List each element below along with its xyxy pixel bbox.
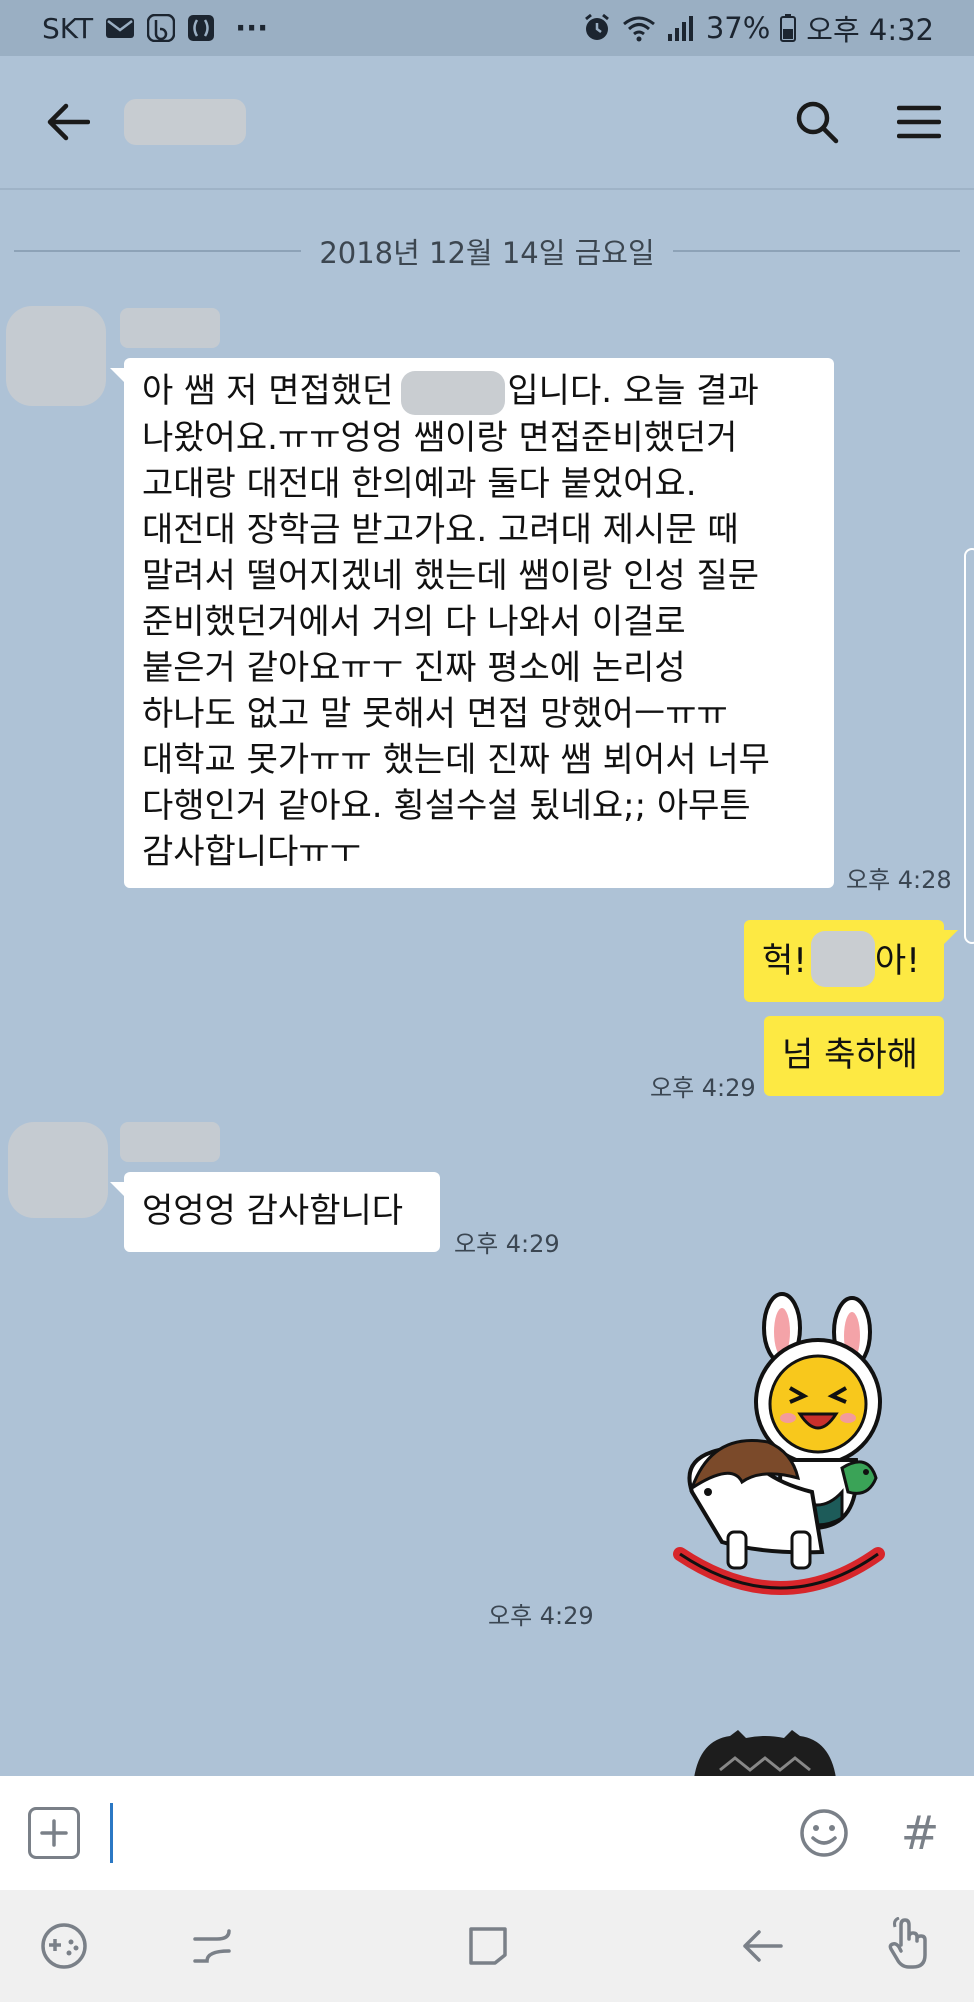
gamepad-icon bbox=[41, 1923, 87, 1969]
alarm-icon bbox=[582, 13, 612, 43]
mail-icon bbox=[105, 16, 135, 40]
signal-icon bbox=[666, 14, 696, 42]
message-input[interactable] bbox=[110, 1803, 778, 1863]
partial-sticker bbox=[690, 1730, 840, 1778]
message-line: 말려서 떨어지겠네 했는데 쌤이랑 인성 질문 bbox=[142, 555, 760, 596]
carrier-label: SKT bbox=[42, 11, 94, 45]
app-notification-icon bbox=[187, 14, 215, 42]
incoming-message-bubble[interactable]: 아 쌤 저 면접했던 입니다. 오늘 결과 나왔어요.ㅠㅠ엉엉 쌤이랑 면접준비했… bbox=[110, 358, 834, 888]
message-line: 헉! 아! bbox=[762, 930, 926, 987]
message-time: 오후 4:29 bbox=[488, 1602, 594, 1630]
back-button[interactable] bbox=[42, 96, 94, 148]
scroll-handle[interactable] bbox=[964, 548, 974, 944]
more-notifications-indicator: ··· bbox=[235, 11, 269, 45]
recents-icon bbox=[193, 1929, 231, 1963]
message-line: 하나도 없고 말 못해서 면접 망했어ㅡㅠㅠ bbox=[142, 693, 728, 734]
hamburger-menu-icon bbox=[897, 105, 941, 139]
message-line: 붙은거 같아요ㅠㅜ 진짜 평소에 논리성 bbox=[142, 647, 686, 688]
emoticon-button[interactable] bbox=[798, 1807, 850, 1859]
chat-title-redacted bbox=[124, 99, 246, 145]
touch-assist-button[interactable] bbox=[882, 1916, 938, 1972]
battery-icon bbox=[780, 14, 797, 42]
date-divider: 2018년 12월 14일 금요일 bbox=[14, 230, 960, 272]
name-redacted bbox=[401, 370, 506, 415]
rabbit-on-rocking-horse-sticker[interactable] bbox=[672, 1292, 894, 1610]
message-line: 준비했던거에서 거의 다 나와서 이걸로 bbox=[142, 601, 686, 642]
sender-avatar[interactable] bbox=[8, 1122, 108, 1218]
hashtag-search-button[interactable]: # bbox=[894, 1806, 946, 1860]
message-time: 오후 4:29 bbox=[650, 1074, 756, 1102]
recent-apps-button[interactable] bbox=[184, 1918, 240, 1974]
incoming-message-bubble[interactable]: 엉엉엉 감사함니다 bbox=[110, 1172, 440, 1252]
home-button[interactable] bbox=[460, 1918, 516, 1974]
message-time: 오후 4:29 bbox=[454, 1230, 560, 1258]
message-line: 다행인거 같아요. 횡설수설 됬네요;; 아무튼 bbox=[142, 785, 751, 826]
band-app-icon bbox=[147, 14, 176, 42]
message-text: 아! bbox=[874, 941, 920, 981]
message-text: 입니다. 오늘 결과 bbox=[507, 371, 759, 411]
smiley-icon bbox=[800, 1809, 848, 1857]
sender-name-redacted bbox=[120, 1122, 220, 1162]
search-icon bbox=[796, 101, 839, 144]
battery-percent: 37% bbox=[705, 11, 771, 45]
message-line: 아 쌤 저 면접했던 입니다. 오늘 결과 bbox=[142, 368, 816, 415]
message-line: 고대랑 대전대 한의예과 둘다 붙었어요. bbox=[142, 463, 697, 504]
plus-icon bbox=[40, 1819, 68, 1847]
message-text: 헉! bbox=[762, 941, 807, 981]
date-divider-label: 2018년 12월 14일 금요일 bbox=[319, 236, 655, 270]
message-input-bar: # bbox=[0, 1776, 974, 1890]
system-navigation-bar bbox=[0, 1890, 974, 2002]
message-line: 대전대 장학금 받고가요. 고려대 제시문 때 bbox=[142, 509, 739, 550]
outgoing-message-bubble[interactable]: 헉! 아! bbox=[744, 920, 958, 1002]
wifi-icon bbox=[622, 14, 656, 42]
message-line: 나왔어요.ㅠㅠ엉엉 쌤이랑 면접준비했던거 bbox=[142, 417, 738, 458]
status-clock: 오후 4:32 bbox=[806, 13, 934, 47]
game-tools-button[interactable] bbox=[36, 1918, 92, 1974]
back-arrow-icon bbox=[743, 1930, 783, 1962]
status-right: 37% 오후 4:32 bbox=[582, 7, 934, 49]
touch-hand-icon bbox=[888, 1917, 927, 1969]
back-nav-button[interactable] bbox=[734, 1918, 790, 1974]
search-button[interactable] bbox=[792, 97, 842, 147]
home-square-icon bbox=[469, 1927, 507, 1965]
message-text: 아 쌤 저 면접했던 bbox=[142, 371, 394, 411]
outgoing-message-bubble[interactable]: 넘 축하해 bbox=[764, 1016, 944, 1096]
name-redacted bbox=[810, 930, 875, 987]
status-left: SKT ··· bbox=[42, 11, 268, 45]
divider-line-left bbox=[14, 250, 302, 252]
message-line: 대학교 못가ㅠㅠ 했는데 진짜 쌤 뵈어서 너무 bbox=[142, 739, 770, 780]
attach-button[interactable] bbox=[28, 1807, 80, 1859]
divider-line-right bbox=[672, 250, 960, 252]
sender-avatar[interactable] bbox=[6, 306, 106, 406]
message-text: 엉엉엉 감사함니다 bbox=[142, 1191, 404, 1231]
message-text: 넘 축하해 bbox=[782, 1035, 918, 1075]
sender-name-redacted bbox=[120, 308, 220, 348]
menu-button[interactable] bbox=[894, 97, 944, 147]
arrow-left-icon bbox=[47, 103, 90, 141]
status-bar: SKT ··· 37% 오후 4:32 bbox=[0, 0, 974, 56]
message-line: 감사합니다ㅠㅜ bbox=[142, 831, 361, 872]
chat-header bbox=[0, 56, 974, 190]
header-actions bbox=[792, 97, 944, 147]
message-time: 오후 4:28 bbox=[846, 866, 952, 894]
